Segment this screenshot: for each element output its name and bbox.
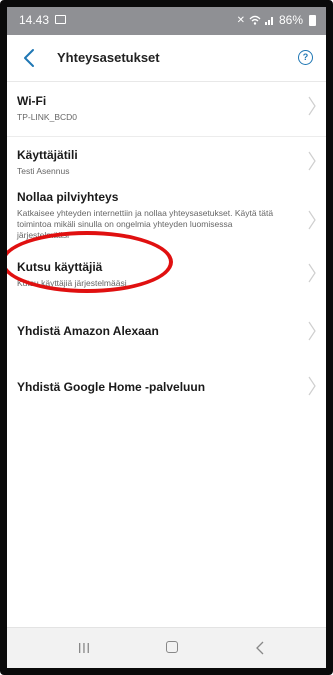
home-icon[interactable] xyxy=(166,641,178,653)
settings-item-subtitle: TP-LINK_BCD0 xyxy=(17,112,77,122)
battery-icon xyxy=(309,14,316,26)
signal-icon xyxy=(264,17,273,25)
page-title: Yhteysasetukset xyxy=(57,50,160,65)
chevron-right-icon xyxy=(308,263,316,283)
status-bar: 14.43 ✕ 86% xyxy=(7,7,326,35)
chevron-right-icon xyxy=(308,151,316,171)
phone-frame: 14.43 ✕ 86% Yhteysasetukset ? Wi-Fi TP-L… xyxy=(0,0,333,675)
settings-item-wifi[interactable]: Wi-Fi TP-LINK_BCD0 xyxy=(7,82,326,126)
back-icon[interactable] xyxy=(255,640,265,656)
chevron-right-icon xyxy=(308,376,316,396)
settings-item-subtitle: Testi Asennus xyxy=(17,166,70,176)
chevron-right-icon xyxy=(308,321,316,341)
settings-item-title: Yhdistä Google Home -palveluun xyxy=(17,380,206,394)
wifi-icon xyxy=(249,15,261,25)
settings-item-title: Käyttäjätili xyxy=(17,148,78,162)
mute-icon: ✕ xyxy=(236,14,245,26)
settings-item-google-home[interactable]: Yhdistä Google Home -palveluun xyxy=(7,364,326,408)
chevron-right-icon xyxy=(308,210,316,230)
settings-item-title: Yhdistä Amazon Alexaan xyxy=(17,324,159,338)
settings-item-subtitle: Kutsu käyttäjiä järjestelmääsi xyxy=(17,278,127,288)
battery-percent: 86% xyxy=(278,13,303,27)
settings-item-amazon-alexa[interactable]: Yhdistä Amazon Alexaan xyxy=(7,308,326,352)
settings-item-reset-cloud[interactable]: Nollaa pilviyhteys Katkaisee yhteyden in… xyxy=(7,182,326,248)
divider xyxy=(7,136,326,137)
app-header: Yhteysasetukset ? xyxy=(7,35,326,82)
status-time: 14.43 xyxy=(19,13,50,27)
settings-item-title: Wi-Fi xyxy=(17,94,47,108)
back-chevron-icon[interactable] xyxy=(19,47,41,69)
system-nav-bar xyxy=(7,627,326,668)
settings-item-subtitle: Katkaisee yhteyden internettiin ja nolla… xyxy=(17,208,274,240)
settings-item-title: Nollaa pilviyhteys xyxy=(17,190,119,204)
help-circle-icon[interactable]: ? xyxy=(298,50,313,65)
recents-icon[interactable] xyxy=(77,642,91,654)
settings-item-invite-users[interactable]: Kutsu käyttäjiä Kutsu käyttäjiä järjeste… xyxy=(7,248,326,296)
settings-item-user-account[interactable]: Käyttäjätili Testi Asennus xyxy=(7,138,326,178)
image-icon xyxy=(55,15,66,24)
settings-item-title: Kutsu käyttäjiä xyxy=(17,260,103,274)
chevron-right-icon xyxy=(308,96,316,116)
status-icons: ✕ 86% xyxy=(237,13,316,27)
